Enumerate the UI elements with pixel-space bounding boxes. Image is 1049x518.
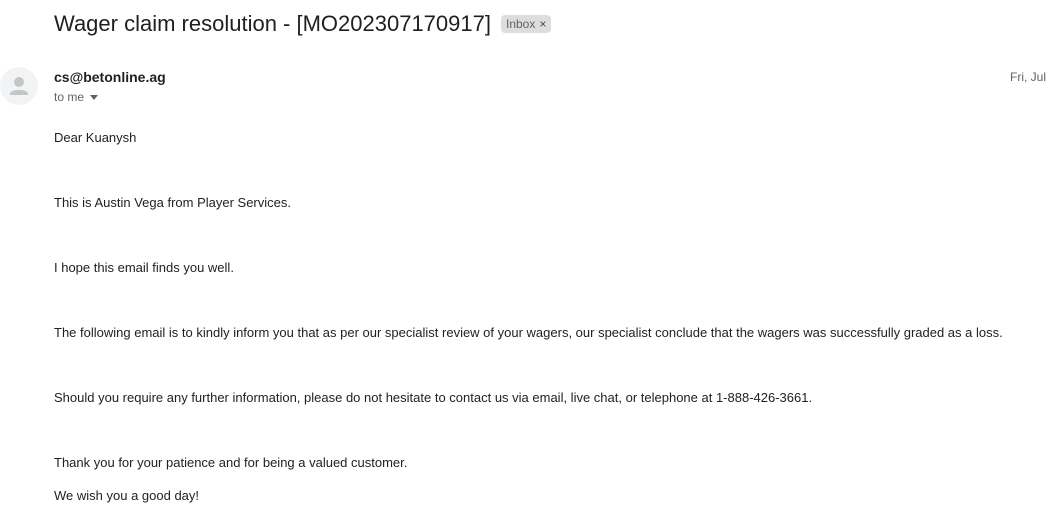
body-paragraph: Thank you for your patience and for bein… (54, 455, 408, 470)
body-paragraph: Dear Kuanysh (54, 130, 137, 145)
inbox-label-chip[interactable]: Inbox × (500, 15, 552, 33)
email-subject: Wager claim resolution - [MO202307170917… (54, 11, 491, 36)
body-paragraph: I hope this email finds you well. (54, 260, 234, 275)
recipient-text: to me (54, 90, 85, 104)
recipient-details-toggle[interactable]: to me (54, 90, 99, 104)
close-icon[interactable]: × (539, 17, 546, 31)
email-view: Wager claim resolution - [MO202307170917… (0, 0, 1049, 518)
caret-down-icon[interactable] (90, 94, 99, 100)
body-paragraph: Should you require any further informati… (54, 390, 813, 405)
sender-avatar[interactable] (0, 67, 38, 105)
body-paragraph: The following email is to kindly inform … (54, 325, 1003, 340)
body-paragraph: We wish you a good day! (54, 488, 200, 503)
label-text: Inbox (505, 17, 536, 31)
subject-row: Wager claim resolution - [MO202307170917… (54, 10, 552, 38)
sender-email[interactable]: cs@betonline.ag (54, 69, 166, 85)
default-person-avatar-icon (10, 77, 28, 95)
email-date: Fri, Jul (1010, 70, 1046, 84)
body-paragraph: This is Austin Vega from Player Services… (54, 195, 291, 210)
